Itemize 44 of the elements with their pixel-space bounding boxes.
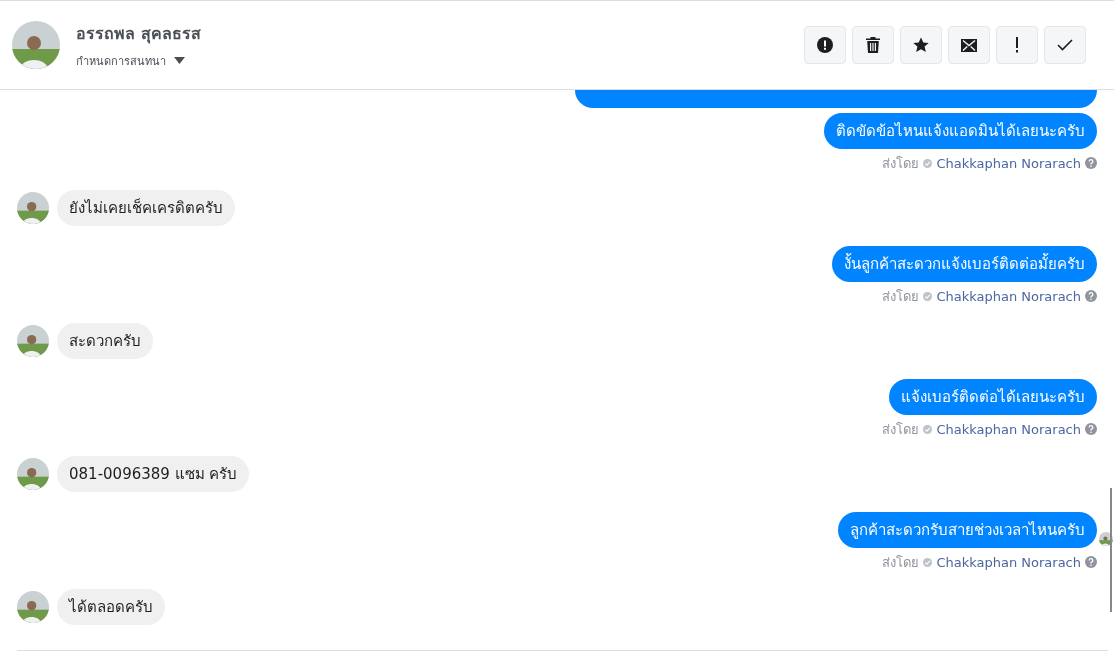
incoming-message-bubble: ยังไม่เคยเช็คเครดิตครับ (57, 190, 235, 226)
outgoing-message-bubble: ลูกค้าสะดวกรับสายช่วงเวลาไหนครับ (838, 512, 1097, 548)
check-badge-icon (923, 291, 933, 301)
sent-by-label: ส่งโดย (882, 154, 920, 173)
scrollbar-thumb[interactable] (1110, 488, 1112, 612)
conversation-settings-dropdown[interactable]: กำหนดการสนทนา (76, 51, 185, 70)
delete-button[interactable] (852, 26, 894, 64)
done-button[interactable] (1044, 26, 1086, 64)
incoming-message-bubble: 081-0096389 แซม ครับ (57, 456, 250, 492)
sender-name: Chakkaphan Norarach (936, 421, 1081, 437)
trash-icon (866, 37, 880, 53)
sent-by-label: ส่งโดย (882, 420, 920, 439)
avatar (12, 21, 60, 69)
check-badge-icon (923, 424, 933, 434)
avatar (17, 458, 49, 490)
exclamation-icon (1015, 37, 1019, 53)
outgoing-message-bubble: งั้นลูกค้าสะดวกแจ้งเบอร์ติดต่อมั้ยครับ (832, 246, 1097, 282)
check-badge-icon (923, 557, 933, 567)
contact-name: อรรถพล สุคลธรส (76, 22, 202, 46)
sender-name: Chakkaphan Norarach (936, 288, 1081, 304)
star-icon (913, 37, 929, 53)
checkmark-icon (1057, 39, 1073, 51)
outgoing-message-bubble: ติดขัดข้อไหนแจ้งแอดมินได้เลยนะครับ (824, 113, 1097, 149)
mark-unread-button[interactable] (948, 26, 990, 64)
incoming-message-bubble: ได้ตลอดครับ (57, 589, 165, 625)
sender-name: Chakkaphan Norarach (936, 554, 1081, 570)
avatar (17, 325, 49, 357)
incoming-message-bubble: สะดวกครับ (57, 323, 153, 359)
sender-name: Chakkaphan Norarach (936, 155, 1081, 171)
alert-icon (817, 37, 833, 53)
outgoing-message-bubble: แจ้งเบอร์ติดต่อได้เลยนะครับ (889, 379, 1097, 415)
avatar (17, 192, 49, 224)
mail-icon (961, 38, 977, 52)
caret-icon (174, 57, 185, 64)
star-button[interactable] (900, 26, 942, 64)
help-icon[interactable] (1085, 556, 1097, 568)
avatar (17, 591, 49, 623)
check-badge-icon (923, 158, 933, 168)
help-icon[interactable] (1085, 157, 1097, 169)
sent-by-label: ส่งโดย (882, 553, 920, 572)
sent-by-label: ส่งโดย (882, 287, 920, 306)
help-icon[interactable] (1085, 290, 1097, 302)
report-button[interactable] (804, 26, 846, 64)
help-icon[interactable] (1085, 423, 1097, 435)
